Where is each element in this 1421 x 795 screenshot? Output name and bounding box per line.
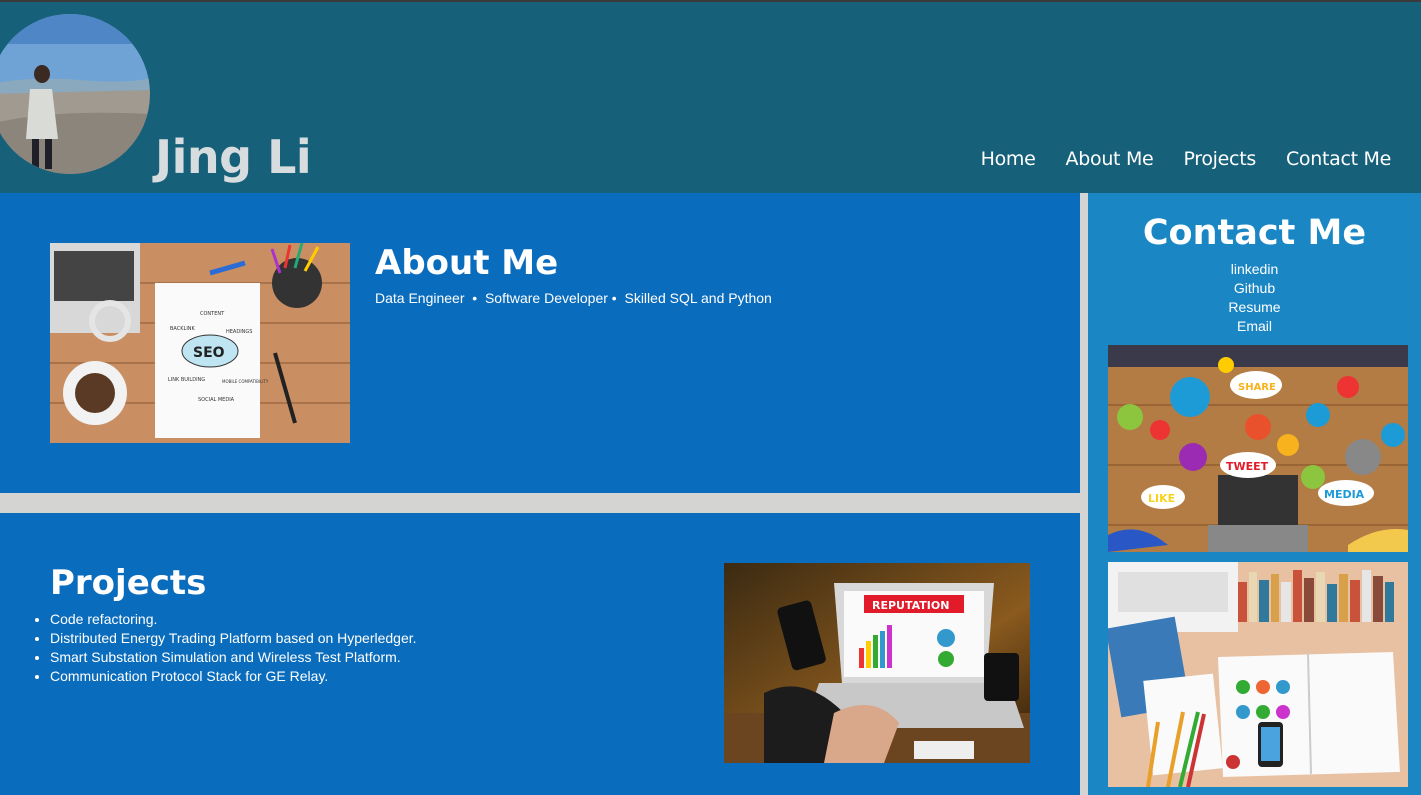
contact-links: linkedin Github Resume Email — [1088, 260, 1421, 336]
seo-backlink-label: BACKLINK — [170, 326, 196, 332]
nav-about-link[interactable]: About Me — [1066, 148, 1154, 170]
projects-list: Code refactoring. Distributed Energy Tra… — [50, 610, 417, 686]
seo-notebook-image: SEO CONTENT BACKLINK HEADINGS LINK BUILD… — [50, 243, 350, 443]
email-link[interactable]: Email — [1088, 317, 1421, 336]
seo-headings-label: HEADINGS — [226, 329, 252, 335]
resume-link[interactable]: Resume — [1088, 298, 1421, 317]
about-title: About Me — [375, 243, 559, 283]
project-item: Distributed Energy Trading Platform base… — [50, 629, 417, 648]
site-header: Jing Li Home About Me Projects Contact M… — [0, 0, 1421, 193]
share-label: SHARE — [1238, 382, 1276, 393]
media-label: MEDIA — [1324, 488, 1365, 501]
about-tags: Data Engineer • Software Developer • Ski… — [375, 290, 772, 306]
site-title: Jing Li — [155, 130, 312, 184]
project-item: Communication Protocol Stack for GE Rela… — [50, 667, 417, 686]
like-label: LIKE — [1148, 492, 1175, 505]
projects-title: Projects — [50, 563, 207, 603]
tweet-label: TWEET — [1226, 460, 1269, 473]
seo-content-label: CONTENT — [200, 311, 225, 317]
desk-books-image — [1108, 562, 1408, 787]
seo-mobile-label: MOBILE COMPATIBILITY — [222, 379, 269, 384]
seo-linkbuilding-label: LINK BUILDING — [168, 377, 205, 383]
project-item: Code refactoring. — [50, 610, 417, 629]
nav-contact-link[interactable]: Contact Me — [1286, 148, 1391, 170]
nav-home-link[interactable]: Home — [981, 148, 1036, 170]
reputation-label: REPUTATION — [872, 599, 949, 612]
social-media-image: SHARE TWEET LIKE MEDIA — [1108, 345, 1408, 552]
contact-sidebar: Contact Me linkedin Github Resume Email — [1088, 193, 1421, 795]
profile-photo — [0, 14, 150, 174]
laptop-reputation-image: REPUTATION — [724, 563, 1030, 763]
project-item: Smart Substation Simulation and Wireless… — [50, 648, 417, 667]
seo-social-label: SOCIAL MEDIA — [198, 397, 235, 403]
main-nav: Home About Me Projects Contact Me — [981, 148, 1392, 170]
projects-section: Projects Code refactoring. Distributed E… — [0, 513, 1080, 795]
contact-title: Contact Me — [1142, 213, 1367, 253]
seo-label: SEO — [193, 345, 225, 361]
github-link[interactable]: Github — [1088, 279, 1421, 298]
about-section: SEO CONTENT BACKLINK HEADINGS LINK BUILD… — [0, 193, 1080, 493]
nav-projects-link[interactable]: Projects — [1183, 148, 1256, 170]
linkedin-link[interactable]: linkedin — [1088, 260, 1421, 279]
